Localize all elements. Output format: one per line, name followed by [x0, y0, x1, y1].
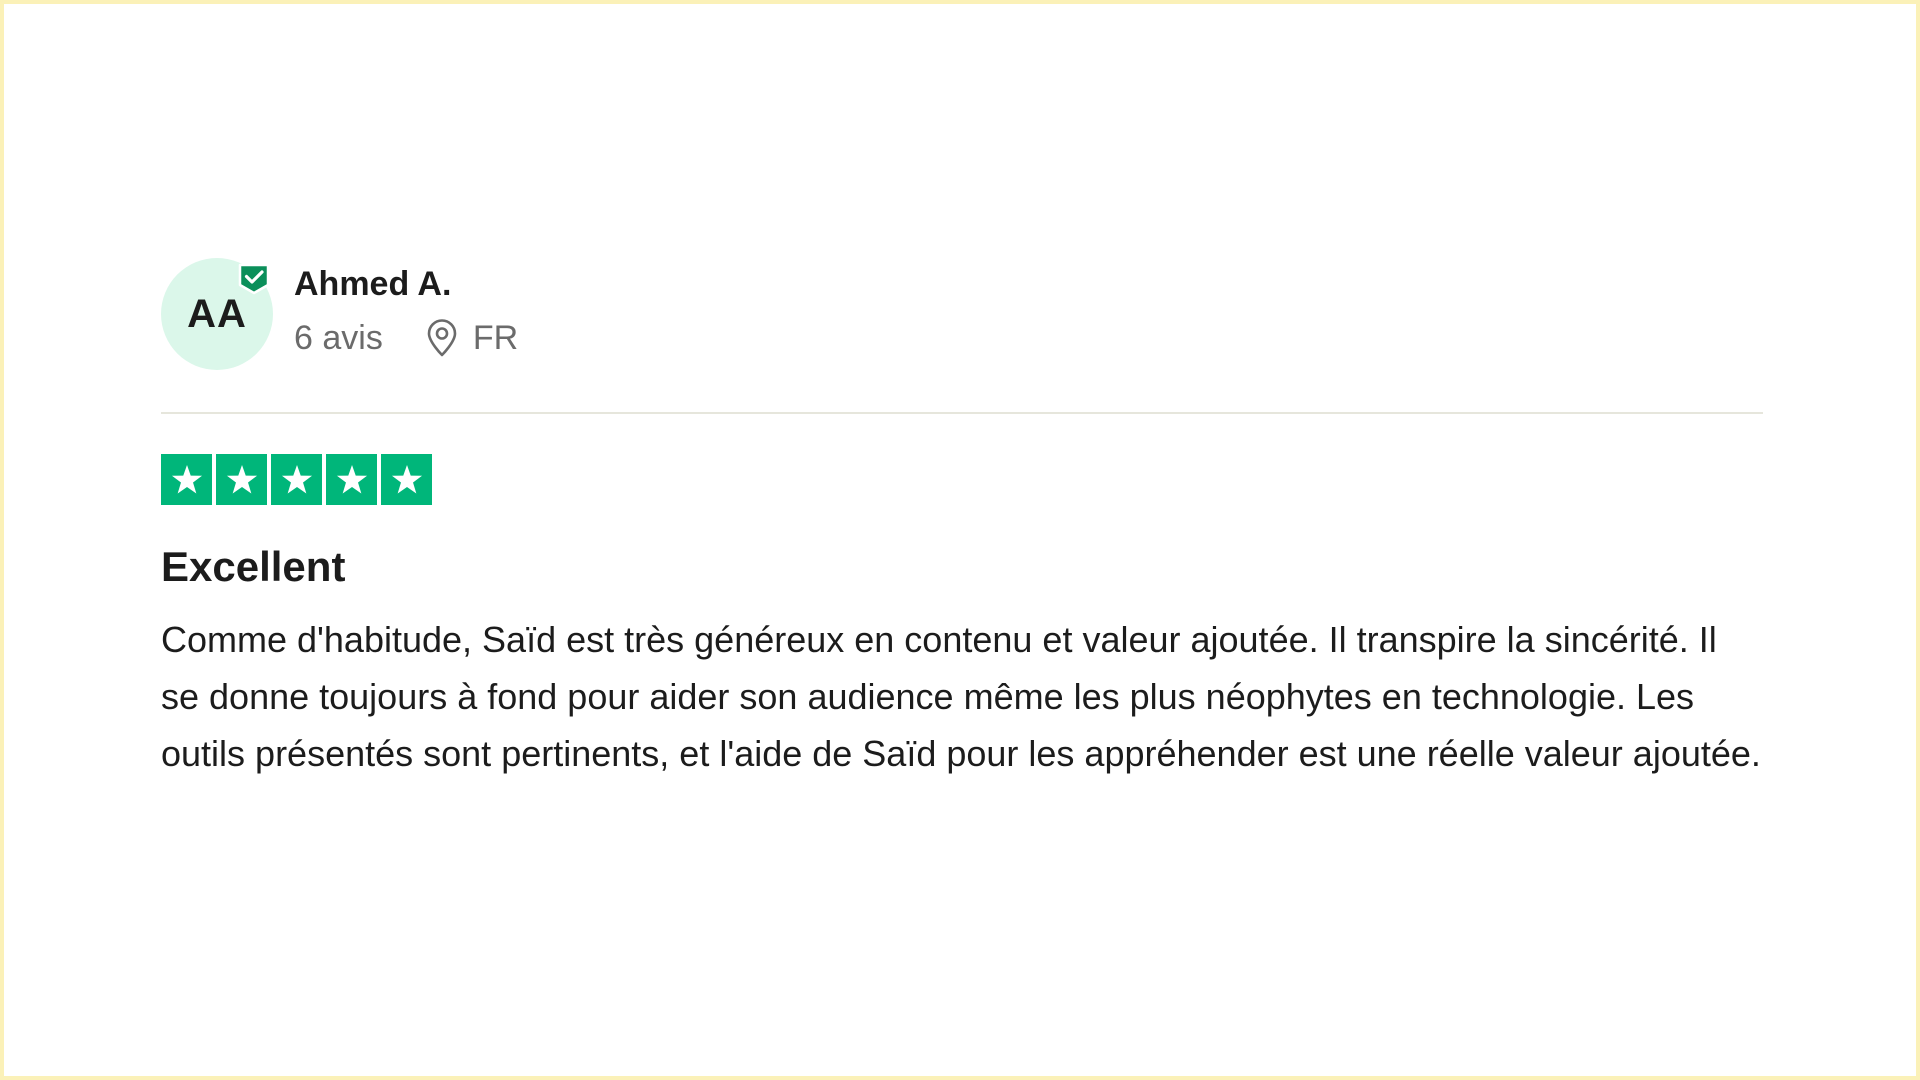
review-count: 6 avis — [294, 319, 383, 357]
reviewer-name[interactable]: Ahmed A. — [294, 264, 518, 304]
verified-badge-icon — [238, 263, 270, 295]
review-body: Comme d'habitude, Saïd est très généreux… — [161, 619, 1761, 774]
star-icon — [216, 454, 267, 505]
divider — [161, 412, 1763, 414]
star-icon — [381, 454, 432, 505]
star-icon — [326, 454, 377, 505]
screenshot-frame: AA Ahmed A. 6 avis FR Excellent Comme d'… — [0, 0, 1920, 1080]
avatar-container[interactable]: AA — [161, 258, 273, 370]
review-title: Excellent — [161, 543, 346, 590]
reviewer-country: FR — [472, 319, 519, 357]
reviewer-meta: 6 avis FR — [294, 318, 518, 358]
location-pin-icon — [427, 319, 457, 357]
reviewer-header: AA Ahmed A. 6 avis FR — [161, 258, 1763, 370]
star-icon — [161, 454, 212, 505]
star-icon — [271, 454, 322, 505]
star-rating — [161, 454, 1763, 505]
review-card: AA Ahmed A. 6 avis FR Excellent Comme d'… — [161, 258, 1763, 782]
reviewer-info: Ahmed A. 6 avis FR — [294, 265, 518, 358]
reviewer-location: FR — [425, 318, 518, 358]
